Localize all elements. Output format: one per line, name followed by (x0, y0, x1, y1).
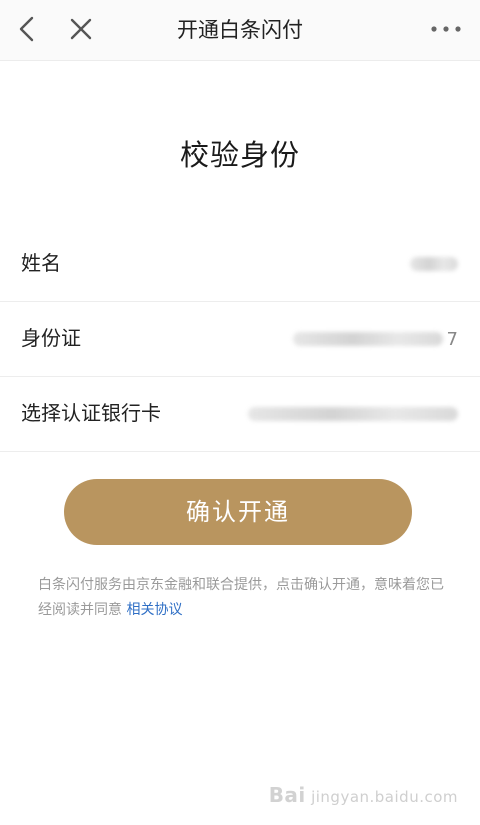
watermark: Bai jingyan.baidu.com (269, 783, 458, 807)
agreement-link[interactable]: 相关协议 (126, 602, 182, 618)
disclaimer: 白条闪付服务由京东金融和联合提供，点击确认开通，意味着您已经阅读并同意 相关协议 (38, 573, 446, 623)
form-row-bank-card[interactable]: 选择认证银行卡 (0, 376, 480, 452)
watermark-sub: jingyan.baidu.com (311, 788, 458, 806)
chevron-left-icon[interactable] (10, 12, 44, 46)
close-icon[interactable] (64, 12, 98, 46)
masked-value (248, 407, 458, 421)
more-horizontal-icon[interactable] (426, 12, 466, 46)
form-row-id-card: 身份证 7 (0, 301, 480, 377)
row-value-bank-card[interactable] (248, 376, 458, 451)
section-heading: 校验身份 (179, 138, 300, 172)
confirm-open-button[interactable]: 确认开通 (64, 479, 412, 545)
row-value-id-card: 7 (292, 301, 458, 376)
row-label-name: 姓名 (21, 251, 61, 275)
id-tail-digit: 7 (446, 328, 458, 350)
form-row-name: 姓名 (0, 226, 480, 302)
row-label-bank-card: 选择认证银行卡 (21, 401, 161, 425)
disclaimer-text: 白条闪付服务由京东金融和联合提供，点击确认开通，意味着您已经阅读并同意 (38, 577, 444, 618)
row-value-name (410, 226, 458, 301)
page: 开通白条闪付 校验身份 姓名 身份证 7 选择认证银行卡 确认开通 白条闪付服务… (0, 0, 480, 825)
row-label-id-card: 身份证 (21, 326, 81, 350)
watermark-brand: Bai (268, 783, 306, 807)
nav-bar: 开通白条闪付 (0, 0, 480, 61)
masked-value (410, 257, 458, 271)
masked-value (292, 332, 443, 346)
